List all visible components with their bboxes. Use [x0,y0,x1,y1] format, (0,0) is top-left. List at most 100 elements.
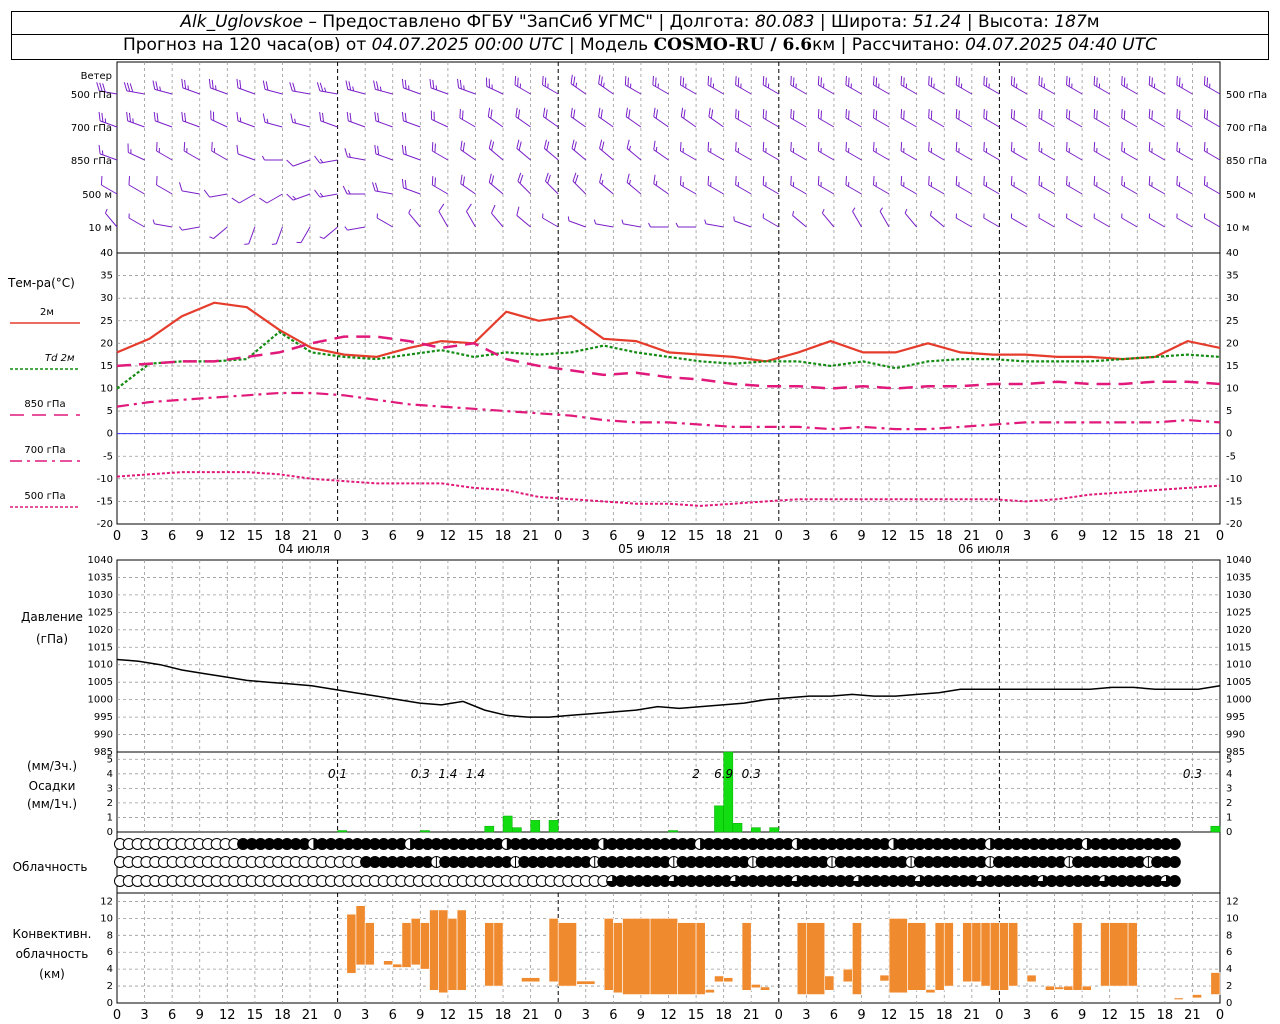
conv-y-tick-right: 0 [1226,998,1232,1009]
wind-barb-staff [438,211,449,228]
wind-barb-feather [259,197,268,204]
conv-bar [1045,985,1055,991]
temp-x-tick: 21 [522,529,539,544]
conv-y-tick-left: 8 [107,930,113,941]
wind-barb [289,82,311,95]
temp-x-tick: 15 [908,529,925,544]
wind-barb-half [1066,213,1068,219]
wind-barb [209,226,228,240]
conv-bar [760,986,770,991]
wind-barb [900,142,917,161]
conv-bar [980,922,991,987]
temp-x-tick: 18 [495,529,512,544]
wind-barb [735,109,752,128]
wind-barb [1010,109,1028,128]
pressure-y-tick-right: 1035 [1226,572,1251,583]
conv-x-tick: 12 [440,1008,457,1023]
wind-barb [1010,176,1028,195]
wind-barb-half [762,213,764,219]
pressure-y-tick-left: 1015 [88,642,113,653]
wind-barb [542,76,559,95]
wind-barb [152,80,173,95]
wind-barb [236,111,256,128]
wind-barb-staff [852,211,862,228]
wind-barb [928,176,945,195]
wind-barb-staff [213,226,228,239]
wind-barb-feather [491,204,496,214]
meteogram: Alk_Uglovskoe – Предоставлено ФГБУ "ЗапС… [0,0,1280,1024]
conv-x-tick: 6 [1050,1008,1058,1023]
wind-barb [211,142,228,161]
temp-y-tick-right: 30 [1226,293,1239,304]
wind-barb-feather [626,139,630,149]
wind-barb [955,76,973,95]
wind-barb [790,176,807,195]
pressure-title: Давление [21,610,83,624]
pressure-y-tick-right: 1005 [1226,677,1251,688]
pressure-y-tick-right: 1000 [1226,695,1251,706]
conv-x-tick: 21 [302,1008,319,1023]
temp-y-tick-right: 5 [1226,406,1232,417]
conv-bar [806,922,826,995]
wind-barb [1148,109,1166,128]
wind-barb [1203,109,1221,128]
wind-barb [955,176,973,195]
conv-bar [392,963,403,968]
wind-barb-half [344,226,348,231]
wind-barb [485,77,504,95]
conv-x-tick: 3 [802,1008,810,1023]
pressure-unit: (гПа) [36,632,68,646]
precip-bar [769,827,780,833]
conv-bar [677,922,697,995]
wind-barb [181,78,200,95]
conv-bar [796,922,807,995]
wind-barb [599,173,614,195]
wind-barb [653,174,669,195]
conv-bar [879,974,890,982]
wind-barb [983,76,1000,95]
wind-barb-half [319,192,324,197]
pressure-y-tick-left: 1025 [88,607,113,618]
wind-barb [319,111,338,128]
wind-barb-feather [314,189,321,198]
wind-barb [1203,176,1221,195]
wind-barb [1066,213,1083,228]
temp-x-tick: 18 [936,529,953,544]
conv-x-tick: 15 [1129,1008,1146,1023]
wind-barb-staff [408,212,421,228]
wind-barb [515,107,531,128]
temp-x-tick: 6 [389,529,397,544]
temp-y-tick-left: 20 [100,338,113,349]
precip-y-tick-right: 5 [1226,754,1232,765]
wind-barb [1121,142,1138,161]
wind-barb-half [955,213,958,219]
wind-barb [873,142,890,161]
wind-barb [1093,109,1110,128]
wind-level-500hpa: 500 гПа [71,90,112,101]
wind-barb [314,155,338,164]
wind-barb-staff [466,211,476,228]
wind-barb [344,226,366,231]
wind-barb [567,216,586,228]
temp-x-tick: 9 [857,529,865,544]
temp-x-tick: 0 [333,529,341,544]
wind-barb [1093,76,1110,95]
conv-x-tick: 9 [857,1008,865,1023]
wind-barb [1093,213,1110,228]
cloud-title: Облачность [13,860,88,874]
wind-barb [675,222,697,228]
wind-barb [431,142,449,161]
wind-barb [126,111,145,128]
precip-y-tick-left: 2 [107,798,113,809]
wind-barb-staff [128,184,145,195]
wind-barb [342,185,366,195]
wind-barb [983,213,1000,228]
temp-y-tick-left: 5 [107,406,113,417]
wind-barb-feather [342,185,348,195]
wind-barb-staff [491,212,504,228]
temp-y-tick-left: -10 [97,474,113,485]
wind-barb [208,78,228,95]
wind-barb [516,139,531,161]
conv-bar [364,922,375,966]
wind-barb [626,173,642,195]
